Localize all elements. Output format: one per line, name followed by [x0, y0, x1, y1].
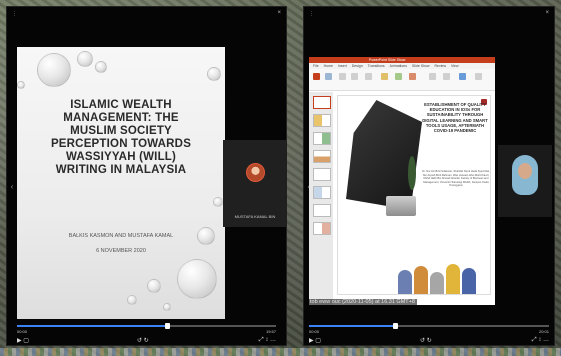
- water-drop-decoration: [163, 303, 171, 311]
- slide-date: 6 NOVEMBER 2020: [96, 248, 146, 254]
- ppt-ribbon[interactable]: [309, 69, 495, 91]
- slide-thumbnail-pane[interactable]: [309, 92, 333, 305]
- close-icon[interactable]: ×: [277, 10, 281, 16]
- arrange-icon[interactable]: [395, 73, 402, 80]
- time-total: 19:57: [265, 329, 276, 334]
- seek-bar[interactable]: [309, 323, 549, 329]
- menu-item-insert[interactable]: Insert: [338, 64, 347, 68]
- slide-authors: BALKIS KASMON AND MUSTAFA KAMAL: [68, 233, 174, 239]
- close-icon[interactable]: ×: [545, 10, 549, 16]
- taskbar-strip: [0, 348, 561, 356]
- recording-caption: tob eww ouc (2020-11-05) at 16.31 GMT+8: [308, 299, 417, 305]
- slide-thumbnail[interactable]: [313, 150, 331, 163]
- time-total: 20:01: [538, 329, 549, 334]
- quick-styles-icon[interactable]: [409, 73, 416, 80]
- slide-thumbnail[interactable]: [313, 168, 331, 181]
- volume-icon[interactable]: ▶ ▢: [17, 337, 29, 344]
- menu-item-slideshow[interactable]: Slide Show: [412, 64, 430, 68]
- player-menu-icon[interactable]: ⋮: [12, 11, 17, 17]
- slide-thumbnail[interactable]: [313, 96, 331, 109]
- designer-icon[interactable]: [475, 73, 482, 80]
- participant-name: MUSTAFA KAMAL BIN: [234, 214, 276, 219]
- menu-item-design[interactable]: Design: [352, 64, 363, 68]
- person-silhouette: [398, 270, 412, 294]
- slide-thumbnail[interactable]: [313, 186, 331, 199]
- skip-controls[interactable]: ↺ ↻: [137, 337, 149, 344]
- menu-item-file[interactable]: File: [313, 64, 319, 68]
- slide-image-dark-shape: [346, 100, 422, 210]
- water-drop-decoration: [77, 51, 93, 67]
- skip-controls[interactable]: ↺ ↻: [420, 337, 432, 344]
- water-drop-decoration: [197, 227, 215, 245]
- slide-thumbnail[interactable]: [313, 222, 331, 235]
- video-player-left[interactable]: ⋮ × ‹ › ISLAMIC WEALTH MANAGEMENT: THE M…: [6, 6, 287, 346]
- water-drop-decoration: [207, 67, 221, 81]
- water-drop-decoration: [95, 61, 107, 73]
- chevron-left-icon[interactable]: ‹: [9, 182, 15, 191]
- menu-item-home[interactable]: Home: [324, 64, 333, 68]
- player-menu-icon[interactable]: ⋮: [309, 11, 314, 17]
- water-drop-decoration: [17, 81, 25, 89]
- water-drop-decoration: [213, 197, 223, 207]
- seek-bar[interactable]: [17, 323, 276, 329]
- slide-editing-canvas[interactable]: ESTABLISHMENT OF QUALITY EDUCATION IN IO…: [337, 95, 491, 295]
- paragraph-icon[interactable]: [365, 73, 372, 80]
- participant-tile[interactable]: MUSTAFA KAMAL BIN: [223, 140, 287, 227]
- slide-thumbnail[interactable]: [313, 132, 331, 145]
- replace-icon[interactable]: [443, 73, 450, 80]
- menu-item-review[interactable]: Review: [435, 64, 446, 68]
- paste-icon[interactable]: [313, 73, 320, 80]
- water-drop-decoration: [37, 53, 71, 87]
- view-controls[interactable]: ⤢ ↕ …: [259, 337, 276, 344]
- slide-image-plant: [408, 156, 416, 190]
- menu-item-transitions[interactable]: Transitions: [368, 64, 385, 68]
- slide-image-device: [386, 196, 416, 216]
- seek-bar-fill: [309, 325, 396, 327]
- dictate-icon[interactable]: [459, 73, 466, 80]
- font-icon[interactable]: [339, 73, 346, 80]
- slide-title: ISLAMIC WEALTH MANAGEMENT: THE MUSLIM SO…: [50, 99, 192, 176]
- time-elapsed: 00:00: [17, 329, 28, 334]
- avatar: [246, 163, 265, 182]
- ppt-window-title: PowerPoint Slide Show: [369, 58, 406, 62]
- menu-item-view[interactable]: View: [451, 64, 459, 68]
- shapes-icon[interactable]: [381, 73, 388, 80]
- view-controls[interactable]: ⤢ ↕ …: [532, 337, 549, 344]
- person-silhouette: [446, 264, 460, 294]
- water-drop-decoration: [127, 295, 137, 305]
- person-silhouette: [430, 272, 444, 294]
- presentation-slide: ISLAMIC WEALTH MANAGEMENT: THE MUSLIM SO…: [17, 47, 225, 319]
- water-drop-decoration: [147, 279, 161, 293]
- menu-item-animations[interactable]: Animations: [390, 64, 407, 68]
- participant-tile[interactable]: [498, 145, 552, 217]
- person-silhouette: [414, 266, 428, 294]
- ppt-slide-authors: Dr. Nur Ain Binti Sulaiman, Sharifah Nur…: [422, 170, 490, 188]
- seek-handle[interactable]: [393, 323, 399, 329]
- seek-bar-fill: [17, 325, 168, 327]
- ppt-slide-title: ESTABLISHMENT OF QUALITY EDUCATION IN IO…: [422, 102, 488, 134]
- time-elapsed: 00:00: [309, 329, 320, 334]
- video-player-right[interactable]: ⋮ × ‹ › PowerPoint Slide Show File Home …: [303, 6, 555, 346]
- participant-face: [518, 163, 532, 179]
- bold-icon[interactable]: [351, 73, 358, 80]
- slide-thumbnail[interactable]: [313, 204, 331, 217]
- new-slide-icon[interactable]: [325, 73, 332, 80]
- slide-image-people: [398, 260, 488, 294]
- find-icon[interactable]: [429, 73, 436, 80]
- person-silhouette: [462, 268, 476, 294]
- seek-handle[interactable]: [165, 323, 171, 329]
- powerpoint-window[interactable]: PowerPoint Slide Show File Home Insert D…: [309, 57, 495, 305]
- slide-thumbnail[interactable]: [313, 114, 331, 127]
- volume-icon[interactable]: ▶ ▢: [309, 337, 321, 344]
- water-drop-decoration: [177, 259, 217, 299]
